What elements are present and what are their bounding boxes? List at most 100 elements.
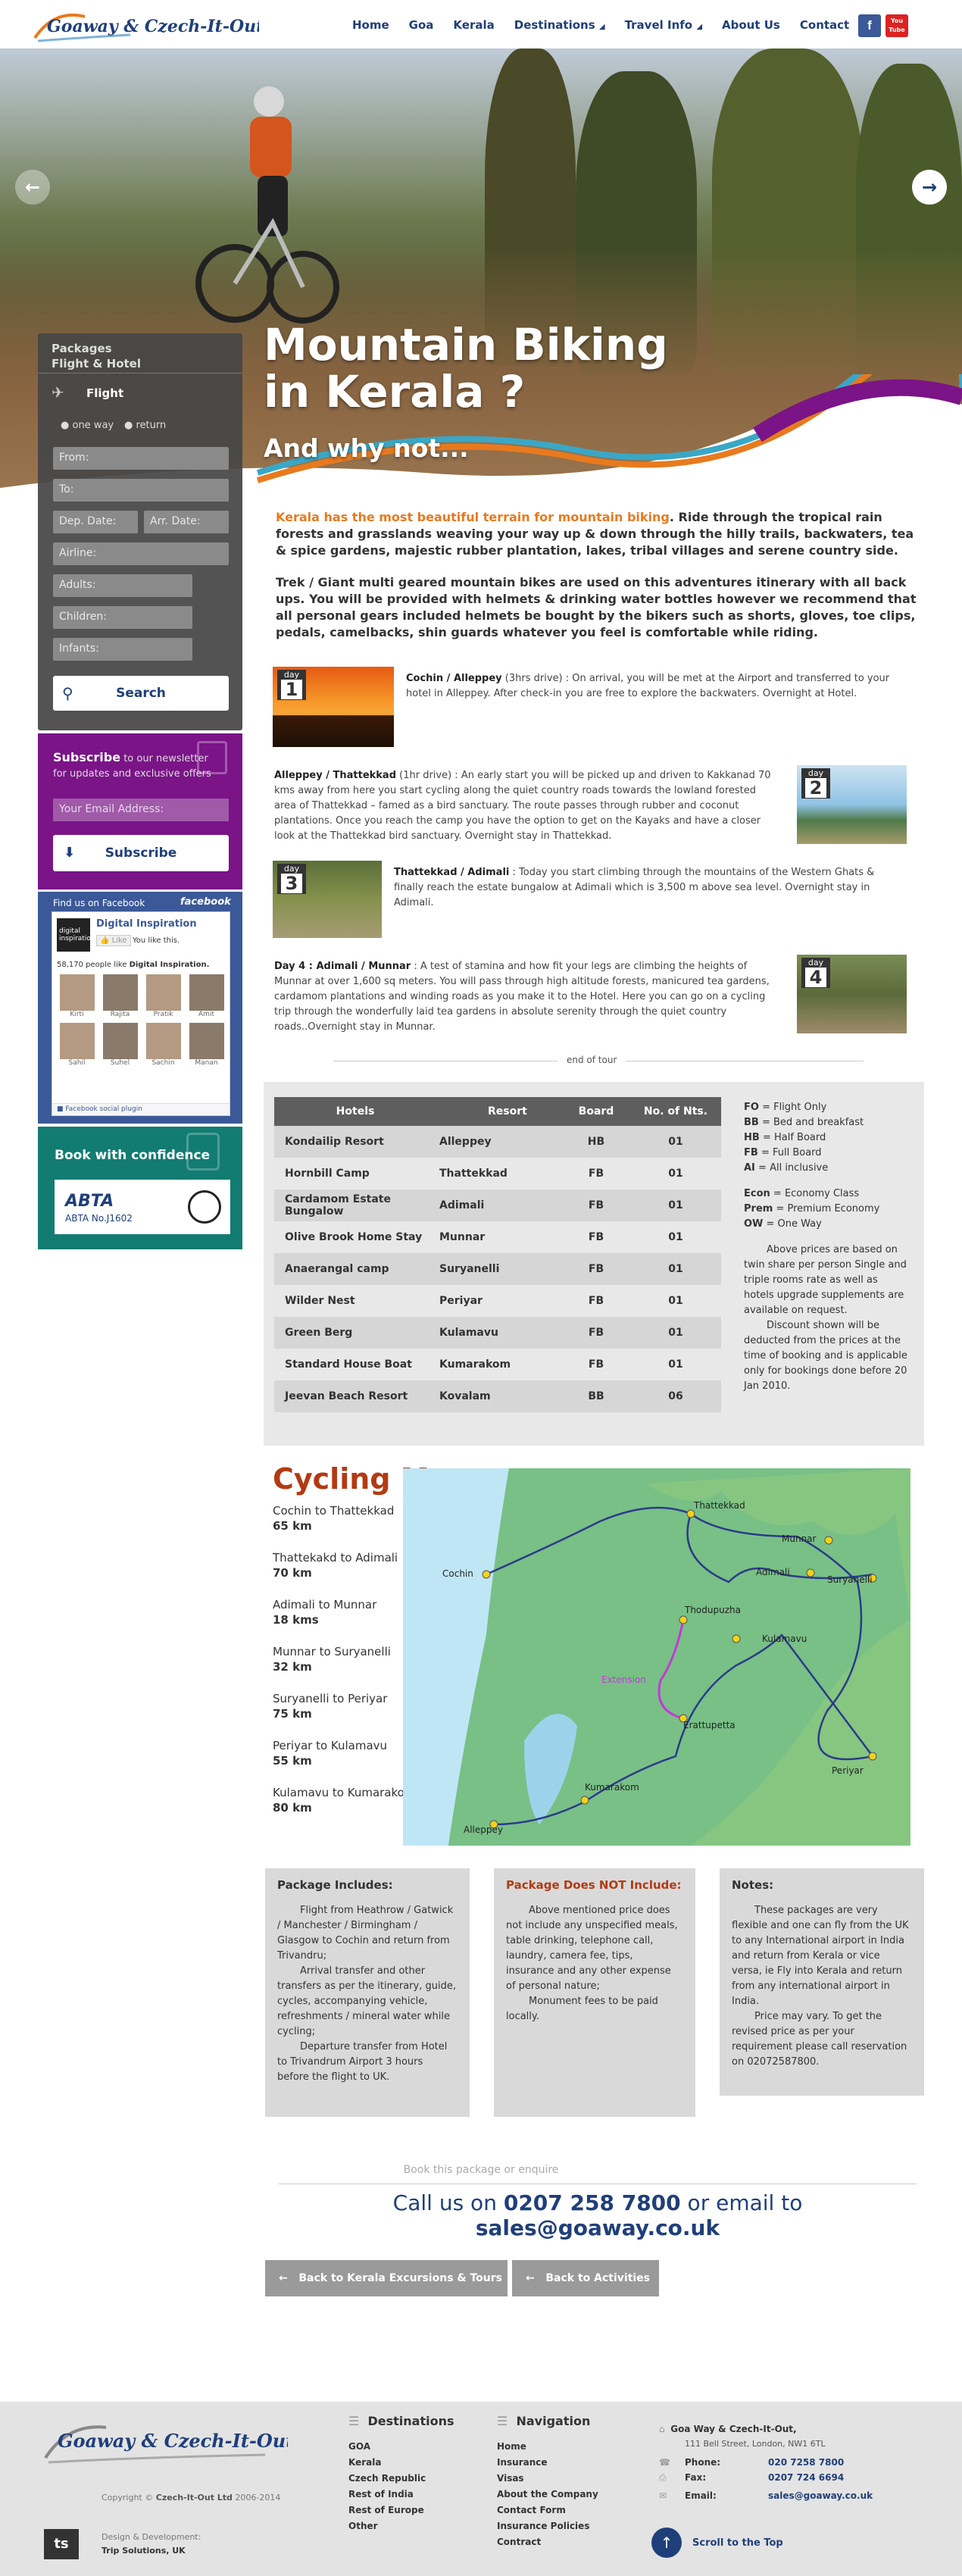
footer-link[interactable]: Rest of India <box>348 2487 454 2503</box>
nav-contact[interactable]: Contact <box>790 18 859 32</box>
table-row: Anaerangal camp Suryanelli FB 01 <box>274 1253 721 1285</box>
package-includes-list: Flight from Heathrow / Gatwick / Manches… <box>277 1903 458 2085</box>
footer-logo[interactable]: Goaway & Czech-It-Out <box>38 2412 288 2473</box>
table-row: Standard House Boat Kumarakom FB 01 <box>274 1349 721 1380</box>
avatar <box>145 1023 181 1059</box>
airline-input[interactable]: Airline: <box>53 542 229 565</box>
fb-person[interactable]: Manan <box>185 1023 228 1067</box>
fb-person[interactable]: Sachin <box>142 1023 185 1067</box>
route-name: Kulamavu to Kumarakom <box>273 1786 416 1799</box>
facebook-icon[interactable]: f <box>858 14 881 37</box>
table-cell: 01 <box>668 1199 683 1211</box>
table-cell: FB <box>588 1168 604 1180</box>
table-cell: 06 <box>668 1390 683 1402</box>
footer-link[interactable]: Kerala <box>348 2455 454 2471</box>
hero-prev-arrow-icon[interactable]: ← <box>15 170 50 205</box>
design-label: Design & Development: <box>102 2532 201 2542</box>
footer-link[interactable]: Insurance <box>497 2455 598 2471</box>
footer-contact: ⌂ Goa Way & Czech-It-Out, 111 Bell Stree… <box>659 2421 917 2503</box>
children-input[interactable]: Children: <box>53 606 192 629</box>
back-to-activities-button[interactable]: ← Back to Activities <box>512 2260 659 2296</box>
call-us-line: Call us on 0207 258 7800 or email to sal… <box>279 2184 917 2240</box>
scroll-top-link[interactable]: ↑ Scroll to the Top <box>651 2528 783 2558</box>
footer-link[interactable]: GOA <box>348 2439 454 2455</box>
main-nav: Home Goa Kerala Destinations ◢ Travel In… <box>342 18 859 32</box>
email-input[interactable]: Your Email Address: <box>53 799 229 821</box>
fb-person[interactable]: Amit <box>185 974 228 1018</box>
nav-kerala[interactable]: Kerala <box>443 18 504 32</box>
route-item: Thattekakd to Adimali 70 km <box>273 1550 398 1580</box>
call-us-email[interactable]: sales@goaway.co.uk <box>476 2215 720 2240</box>
fb-person[interactable]: Kirti <box>55 974 98 1018</box>
table-cell: FB <box>588 1295 604 1307</box>
hero-next-arrow-icon[interactable]: → <box>912 170 947 205</box>
departure-date-input[interactable]: Dep. Date: <box>53 511 138 533</box>
footer-link[interactable]: Contact Form <box>497 2503 598 2518</box>
one-way-radio[interactable]: ● one way <box>61 420 114 431</box>
facebook-widget: Find us on Facebook facebook digital ins… <box>38 892 242 1124</box>
subscribe-button[interactable]: ⬇ Subscribe <box>53 835 229 871</box>
arrival-date-input[interactable]: Arr. Date: <box>144 511 229 533</box>
search-button[interactable]: ⚲ Search <box>53 676 229 711</box>
to-input[interactable]: To: <box>53 479 229 502</box>
day-3-image: day 3 <box>273 861 382 938</box>
fb-person[interactable]: Suhel <box>98 1023 142 1067</box>
adults-input[interactable]: Adults: <box>53 574 192 597</box>
footer-destinations-title: ☰ Destinations <box>348 2414 454 2428</box>
from-input[interactable]: From: <box>53 447 229 470</box>
infants-input[interactable]: Infants: <box>53 638 192 661</box>
footer-link[interactable]: Other <box>348 2518 454 2534</box>
legend-desc: = Flight Only <box>762 1102 827 1113</box>
call-us-phone[interactable]: 0207 258 7800 <box>504 2190 681 2215</box>
nav-about[interactable]: About Us <box>712 18 790 32</box>
day-3-badge: day 3 <box>277 864 306 894</box>
table-cell: Kovalam <box>439 1390 491 1402</box>
end-of-tour-label: end of tour <box>558 1055 626 1065</box>
return-label: return <box>136 420 167 431</box>
footer-email[interactable]: sales@goaway.co.uk <box>768 2488 873 2503</box>
fb-person[interactable]: Rajita <box>98 974 142 1018</box>
map-label-periyar: Periyar <box>832 1765 864 1776</box>
back-to-kerala-button[interactable]: ← Back to Kerala Excursions & Tours <box>265 2260 508 2296</box>
footer-link[interactable]: Contract <box>497 2534 598 2550</box>
footer-destinations-title-text: Destinations <box>367 2414 454 2428</box>
fb-like-button[interactable]: 👍 Like <box>96 935 131 946</box>
arrow-up-icon: ↑ <box>651 2528 682 2558</box>
nav-travel-info[interactable]: Travel Info ◢ <box>615 18 712 32</box>
route-item: Munnar to Suryanelli 32 km <box>273 1644 391 1674</box>
footer-link[interactable]: Czech Republic <box>348 2471 454 2487</box>
table-cell: Hornbill Camp <box>285 1168 370 1180</box>
footer-phone-row: ☎ Phone: 020 7258 7800 <box>659 2455 917 2470</box>
abta-logo: ABTA <box>65 1192 114 1211</box>
youtube-icon[interactable]: You Tube <box>885 14 908 37</box>
site-logo[interactable]: Goaway & Czech-It-Out <box>32 8 264 45</box>
footer-link[interactable]: Visas <box>497 2471 598 2487</box>
social-links: f You Tube <box>858 14 908 37</box>
table-cell: 01 <box>668 1231 683 1243</box>
abta-badge[interactable]: ABTA ABTA No.J1602 <box>55 1180 230 1234</box>
list-item: Flight from Heathrow / Gatwick / Manches… <box>277 1905 454 1962</box>
fb-page-name[interactable]: Digital Inspiration <box>96 918 197 930</box>
fb-plugin-text: Facebook social plugin <box>65 1105 142 1113</box>
table-cell: 01 <box>668 1263 683 1275</box>
footer-link[interactable]: Rest of Europe <box>348 2503 454 2518</box>
home-icon: ⌂ <box>659 2424 665 2434</box>
return-radio[interactable]: ● return <box>124 420 166 431</box>
fb-person[interactable]: Sahil <box>55 1023 98 1067</box>
newsletter-panel: Subscribe to our newsletter for updates … <box>38 733 242 889</box>
booking-heading: Packages Flight & Hotel <box>52 341 141 371</box>
nav-home[interactable]: Home <box>342 18 399 32</box>
legend-code: AI <box>744 1162 755 1174</box>
footer-link[interactable]: About the Company <box>497 2487 598 2503</box>
footer-link[interactable]: Home <box>497 2439 598 2455</box>
footer-link[interactable]: Insurance Policies <box>497 2518 598 2534</box>
package-includes-title: Package Includes: <box>277 1878 393 1892</box>
plane-icon: ✈ <box>52 383 64 402</box>
footer-phone[interactable]: 020 7258 7800 <box>768 2455 844 2470</box>
design-company[interactable]: Trip Solutions, UK <box>102 2546 186 2556</box>
route-distance: 55 km <box>273 1754 312 1768</box>
fb-person[interactable]: Pratik <box>142 974 185 1018</box>
trip-solutions-logo[interactable]: ts <box>44 2529 79 2559</box>
nav-goa[interactable]: Goa <box>399 18 444 32</box>
nav-destinations[interactable]: Destinations ◢ <box>504 18 615 32</box>
